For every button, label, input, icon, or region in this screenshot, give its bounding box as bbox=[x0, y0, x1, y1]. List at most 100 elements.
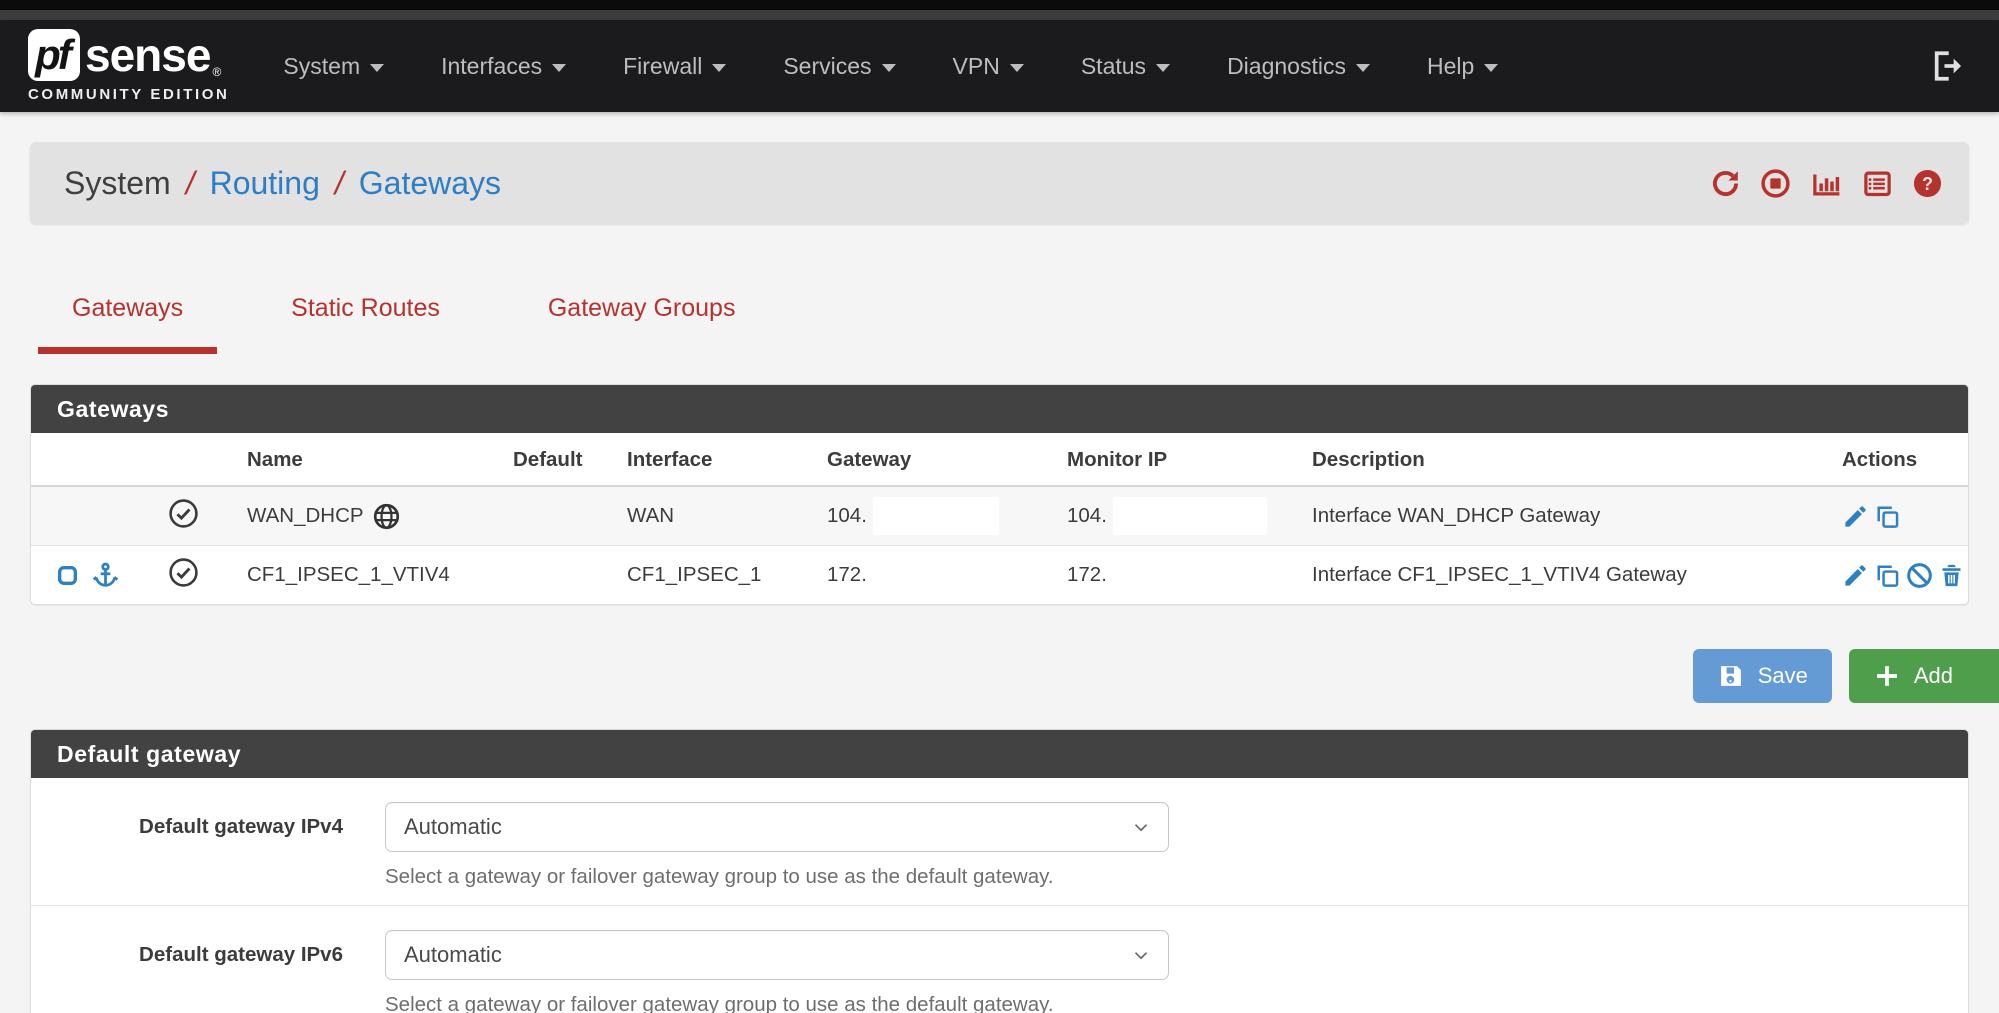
disable-icon[interactable] bbox=[1906, 562, 1933, 589]
help-text: Select a gateway or failover gateway gro… bbox=[385, 865, 1169, 889]
gateway-address: 172. bbox=[827, 563, 867, 587]
col-description: Description bbox=[1304, 433, 1834, 486]
caret-down-icon bbox=[1484, 64, 1498, 72]
copy-icon[interactable] bbox=[1874, 503, 1901, 530]
monitor-ip: 172. bbox=[1067, 563, 1107, 587]
caret-down-icon bbox=[1156, 64, 1170, 72]
delete-icon[interactable] bbox=[1938, 562, 1965, 589]
col-monitor-ip: Monitor IP bbox=[1059, 433, 1304, 486]
pfsense-logo-subtitle: COMMUNITY EDITION bbox=[28, 86, 229, 103]
gateway-default bbox=[505, 546, 619, 605]
gateway-name: CF1_IPSEC_1_VTIV4 bbox=[247, 563, 450, 587]
col-status bbox=[143, 433, 223, 486]
gateways-panel: Gateways Name Default Interface Gateway … bbox=[30, 384, 1969, 605]
breadcrumb-routing-link[interactable]: Routing bbox=[210, 165, 320, 202]
svg-text:?: ? bbox=[1922, 173, 1933, 193]
form-row-ipv6: Default gateway IPv6 Automatic Select a … bbox=[31, 905, 1968, 1013]
gateway-address: 104. bbox=[827, 504, 867, 528]
log-icon[interactable] bbox=[1862, 168, 1893, 199]
chevron-down-icon bbox=[1130, 944, 1152, 966]
breadcrumb: System / Routing / Gateways bbox=[64, 165, 501, 202]
copy-icon[interactable] bbox=[1874, 562, 1901, 589]
gateway-online-icon bbox=[168, 498, 199, 529]
table-actions-bar: Save Add bbox=[30, 649, 1969, 703]
menu-interfaces[interactable]: Interfaces bbox=[441, 53, 566, 80]
caret-down-icon bbox=[712, 64, 726, 72]
menu-diagnostics[interactable]: Diagnostics bbox=[1227, 53, 1370, 80]
navbar: pf sense ® COMMUNITY EDITION System Inte… bbox=[0, 20, 1999, 112]
redacted-value bbox=[873, 556, 999, 594]
table-row: WAN_DHCP WAN 104. 104. Interface WAN_DHC… bbox=[31, 486, 1968, 546]
col-gateway: Gateway bbox=[819, 433, 1059, 486]
sign-out-icon[interactable] bbox=[1931, 49, 1965, 83]
caret-down-icon bbox=[1356, 64, 1370, 72]
interface-flag-icon bbox=[55, 563, 80, 588]
selected-value: Automatic bbox=[404, 814, 502, 840]
pfsense-logo-sense: sense bbox=[85, 29, 210, 81]
menu-vpn[interactable]: VPN bbox=[953, 53, 1024, 80]
tab-gateway-groups[interactable]: Gateway Groups bbox=[514, 288, 770, 354]
breadcrumb-bar: System / Routing / Gateways ? bbox=[30, 142, 1969, 224]
gateway-name: WAN_DHCP bbox=[247, 504, 364, 528]
page-action-icons: ? bbox=[1710, 168, 1943, 199]
breadcrumb-system: System bbox=[64, 165, 171, 202]
monitor-ip: 104. bbox=[1067, 504, 1107, 528]
menu-system[interactable]: System bbox=[283, 53, 384, 80]
window-title-strip bbox=[0, 10, 1999, 20]
menu-status[interactable]: Status bbox=[1081, 53, 1170, 80]
registered-mark: ® bbox=[212, 65, 221, 79]
table-header-row: Name Default Interface Gateway Monitor I… bbox=[31, 433, 1968, 486]
tab-gateways[interactable]: Gateways bbox=[38, 288, 217, 354]
menu-services[interactable]: Services bbox=[783, 53, 895, 80]
caret-down-icon bbox=[552, 64, 566, 72]
help-text: Select a gateway or failover gateway gro… bbox=[385, 993, 1169, 1013]
gateway-online-icon bbox=[168, 557, 199, 588]
menu-firewall[interactable]: Firewall bbox=[623, 53, 726, 80]
default-gateway-panel-title: Default gateway bbox=[31, 730, 1968, 778]
redacted-value bbox=[873, 497, 999, 535]
col-name: Name bbox=[223, 433, 505, 486]
tab-bar: Gateways Static Routes Gateway Groups bbox=[30, 288, 1969, 354]
refresh-icon[interactable] bbox=[1710, 168, 1741, 199]
redacted-value bbox=[1113, 497, 1267, 535]
main-menu: System Interfaces Firewall Services VPN … bbox=[283, 53, 1911, 80]
caret-down-icon bbox=[370, 64, 384, 72]
gateways-panel-title: Gateways bbox=[31, 385, 1968, 433]
help-icon[interactable]: ? bbox=[1912, 168, 1943, 199]
caret-down-icon bbox=[882, 64, 896, 72]
breadcrumb-gateways-link[interactable]: Gateways bbox=[359, 165, 501, 202]
globe-icon bbox=[373, 503, 400, 530]
breadcrumb-separator: / bbox=[335, 165, 344, 202]
default-gateway-panel: Default gateway Default gateway IPv4 Aut… bbox=[30, 729, 1969, 1013]
col-flags bbox=[31, 433, 143, 486]
table-row: CF1_IPSEC_1_VTIV4 CF1_IPSEC_1 172. 172. … bbox=[31, 546, 1968, 605]
stop-icon[interactable] bbox=[1760, 168, 1791, 199]
edit-icon[interactable] bbox=[1842, 503, 1869, 530]
default-gateway-ipv6-label: Default gateway IPv6 bbox=[31, 930, 343, 1013]
pfsense-logo-pf: pf bbox=[28, 29, 80, 81]
col-interface: Interface bbox=[619, 433, 819, 486]
gateway-description: Interface CF1_IPSEC_1_VTIV4 Gateway bbox=[1304, 546, 1834, 605]
anchor-icon bbox=[91, 561, 120, 590]
tab-static-routes[interactable]: Static Routes bbox=[257, 288, 474, 354]
form-row-ipv4: Default gateway IPv4 Automatic Select a … bbox=[31, 778, 1968, 905]
gateway-interface: WAN bbox=[619, 486, 819, 546]
default-gateway-ipv4-select[interactable]: Automatic bbox=[385, 802, 1169, 852]
redacted-value bbox=[1113, 556, 1267, 594]
breadcrumb-separator: / bbox=[186, 165, 195, 202]
save-button[interactable]: Save bbox=[1693, 649, 1832, 703]
monitor-graphs-icon[interactable] bbox=[1810, 168, 1843, 199]
gateway-default bbox=[505, 486, 619, 546]
gateway-interface: CF1_IPSEC_1 bbox=[619, 546, 819, 605]
col-default: Default bbox=[505, 433, 619, 486]
caret-down-icon bbox=[1010, 64, 1024, 72]
default-gateway-ipv6-select[interactable]: Automatic bbox=[385, 930, 1169, 980]
pfsense-logo[interactable]: pf sense ® COMMUNITY EDITION bbox=[28, 29, 229, 103]
edit-icon[interactable] bbox=[1842, 562, 1869, 589]
add-button[interactable]: Add bbox=[1849, 649, 1999, 703]
default-gateway-ipv4-label: Default gateway IPv4 bbox=[31, 802, 343, 889]
window-top-strip bbox=[0, 0, 1999, 10]
gateways-table: Name Default Interface Gateway Monitor I… bbox=[31, 433, 1968, 604]
menu-help[interactable]: Help bbox=[1427, 53, 1498, 80]
col-actions: Actions bbox=[1834, 433, 1968, 486]
